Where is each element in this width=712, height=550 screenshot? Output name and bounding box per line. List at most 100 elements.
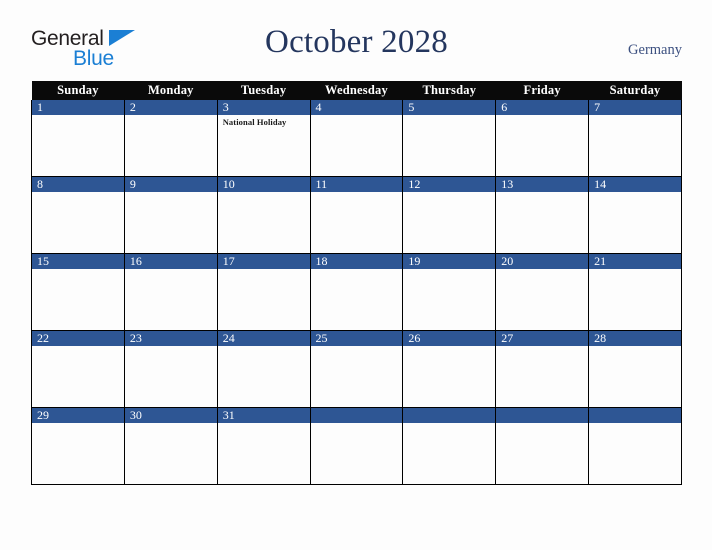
calendar-day-cell[interactable]: 6 (495, 100, 590, 177)
weekday-header-tuesday: Tuesday (217, 81, 311, 100)
day-number: 25 (310, 331, 403, 346)
calendar-day-cell[interactable]: 11 (309, 176, 404, 254)
day-events (496, 115, 588, 176)
calendar-day-cell[interactable]: 29 (31, 407, 125, 485)
calendar-day-cell[interactable]: 16 (123, 253, 218, 331)
calendar-day-cell[interactable]: 9 (123, 176, 218, 254)
calendar-day-cell[interactable]: 13 (495, 176, 590, 254)
calendar-day-cell[interactable]: 27 (495, 330, 590, 408)
calendar-day-cell[interactable]: 31 (216, 407, 311, 485)
day-number: 9 (124, 177, 217, 192)
day-events (125, 192, 217, 253)
day-number: 26 (403, 331, 496, 346)
calendar-day-cell[interactable]: 10 (216, 176, 311, 254)
day-number: 21 (589, 254, 681, 269)
calendar-day-cell[interactable]: 17 (216, 253, 311, 331)
calendar-day-cell[interactable]: 19 (402, 253, 497, 331)
calendar-week-row: 22 23 24 25 26 27 28 (31, 330, 682, 408)
calendar-day-cell[interactable] (495, 407, 590, 485)
weekday-header-sunday: Sunday (31, 81, 125, 100)
day-events (311, 346, 403, 407)
calendar-day-cell[interactable]: 26 (402, 330, 497, 408)
day-events (218, 346, 310, 407)
calendar-day-cell[interactable]: 23 (123, 330, 218, 408)
day-number (403, 408, 496, 423)
day-number: 27 (496, 331, 589, 346)
calendar-week-row: 8 9 10 11 12 13 14 (31, 176, 682, 254)
calendar-day-cell[interactable] (309, 407, 404, 485)
calendar-day-cell[interactable]: 24 (216, 330, 311, 408)
calendar-day-cell[interactable] (588, 407, 682, 485)
day-events (496, 423, 588, 484)
day-number (310, 408, 403, 423)
calendar-day-cell[interactable]: 15 (31, 253, 125, 331)
day-number: 4 (310, 100, 403, 115)
day-number: 31 (217, 408, 310, 423)
calendar-day-cell[interactable]: 4 (309, 100, 404, 177)
calendar-week-row: 15 16 17 18 19 20 21 (31, 253, 682, 331)
weekday-header-saturday: Saturday (588, 81, 682, 100)
day-number: 15 (32, 254, 124, 269)
page-title: October 2028 (265, 24, 448, 60)
day-number: 17 (217, 254, 310, 269)
day-number: 14 (589, 177, 681, 192)
day-events (32, 423, 124, 484)
day-events (125, 346, 217, 407)
calendar-day-cell[interactable]: 18 (309, 253, 404, 331)
calendar-day-cell[interactable]: 8 (31, 176, 125, 254)
calendar-day-cell[interactable] (402, 407, 497, 485)
day-events (403, 346, 495, 407)
event-label: National Holiday (222, 117, 287, 127)
day-number: 16 (124, 254, 217, 269)
day-number: 5 (403, 100, 496, 115)
day-number (589, 408, 681, 423)
day-number: 30 (124, 408, 217, 423)
day-events (311, 269, 403, 330)
calendar-day-cell[interactable]: 14 (588, 176, 682, 254)
day-number: 28 (589, 331, 681, 346)
day-number: 6 (496, 100, 589, 115)
day-events (125, 115, 217, 176)
day-events (496, 269, 588, 330)
day-events (125, 269, 217, 330)
day-number: 19 (403, 254, 496, 269)
day-events (403, 115, 495, 176)
day-events: National Holiday (218, 115, 310, 176)
day-number: 7 (589, 100, 681, 115)
day-events (589, 346, 681, 407)
calendar-day-cell[interactable]: 22 (31, 330, 125, 408)
calendar-day-cell[interactable]: 2 (123, 100, 218, 177)
calendar-day-cell[interactable]: 1 (31, 100, 125, 177)
day-number: 24 (217, 331, 310, 346)
calendar-day-cell[interactable]: 5 (402, 100, 497, 177)
calendar-day-cell[interactable]: 20 (495, 253, 590, 331)
day-events (403, 423, 495, 484)
day-events (589, 192, 681, 253)
calendar-day-cell[interactable]: 3 National Holiday (216, 100, 311, 177)
day-events (496, 346, 588, 407)
day-events (311, 115, 403, 176)
calendar-week-row: 1 2 3 National Holiday 4 5 6 7 (31, 100, 682, 177)
calendar-day-cell[interactable]: 28 (588, 330, 682, 408)
day-number: 3 (217, 100, 310, 115)
calendar-day-cell[interactable]: 25 (309, 330, 404, 408)
calendar-day-cell[interactable]: 21 (588, 253, 682, 331)
day-number: 1 (32, 100, 124, 115)
calendar-grid: Sunday Monday Tuesday Wednesday Thursday… (31, 81, 682, 485)
day-number: 23 (124, 331, 217, 346)
calendar-day-cell[interactable]: 7 (588, 100, 682, 177)
day-number (496, 408, 589, 423)
day-number: 20 (496, 254, 589, 269)
day-events (496, 192, 588, 253)
page-header: General Blue October 2028 Germany (31, 24, 682, 76)
day-events (589, 269, 681, 330)
day-events (589, 423, 681, 484)
country-label: Germany (628, 42, 682, 58)
calendar-day-cell[interactable]: 12 (402, 176, 497, 254)
day-events (311, 423, 403, 484)
weekday-header-row: Sunday Monday Tuesday Wednesday Thursday… (31, 81, 682, 100)
calendar-day-cell[interactable]: 30 (123, 407, 218, 485)
day-number: 13 (496, 177, 589, 192)
day-number: 11 (310, 177, 403, 192)
day-number: 10 (217, 177, 310, 192)
